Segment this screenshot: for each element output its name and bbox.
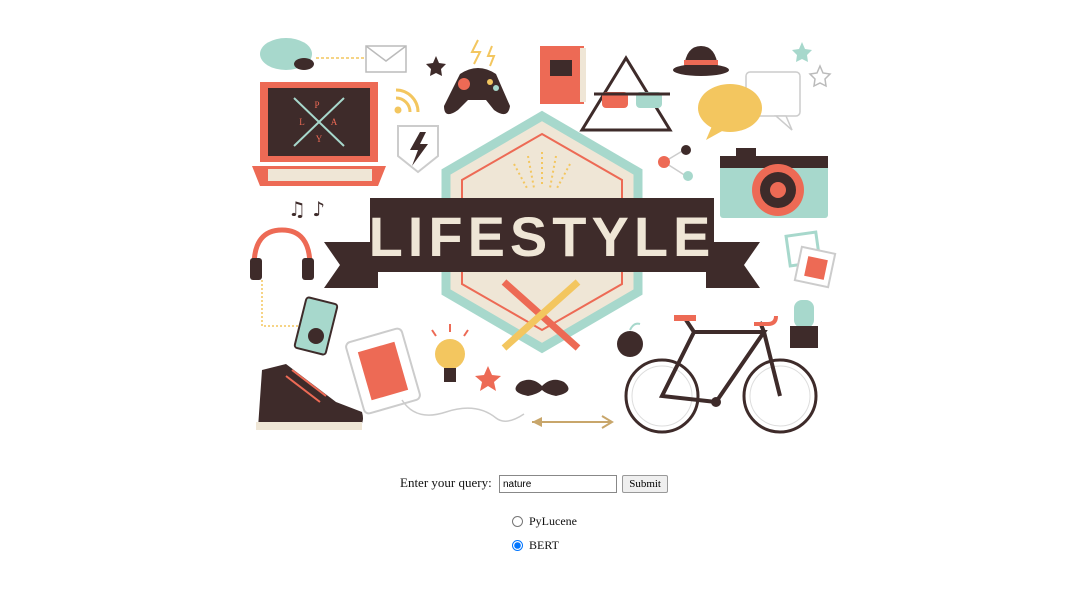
mustache-icon xyxy=(515,379,569,396)
hat-icon xyxy=(673,46,729,76)
pylucene-radio[interactable] xyxy=(512,516,523,527)
laptop-letter: A xyxy=(331,117,338,127)
envelope-icon xyxy=(365,45,407,73)
laptop-letter: Y xyxy=(316,134,323,144)
star-icon xyxy=(808,64,832,88)
banner-title: LIFESTYLE xyxy=(369,205,716,268)
book-icon xyxy=(540,46,586,104)
laptop-letter: P xyxy=(314,100,319,110)
light-bulb-icon xyxy=(431,324,469,382)
laptop-letter: L xyxy=(299,117,305,127)
molecule-icon xyxy=(658,145,693,181)
cactus-icon xyxy=(790,300,818,348)
bert-radio[interactable] xyxy=(512,540,523,551)
lifestyle-banner-image: P L A Y LIFESTYLE ♫ ♪ xyxy=(250,38,837,434)
apple-icon xyxy=(617,322,643,357)
star-icon xyxy=(426,56,446,76)
submit-button[interactable]: Submit xyxy=(622,475,668,494)
search-form: Enter your query: Submit xyxy=(0,474,1068,494)
star-icon xyxy=(792,42,812,62)
engine-option-bert: BERT xyxy=(512,538,559,553)
photos-icon xyxy=(784,230,837,289)
engine-option-pylucene: PyLucene xyxy=(512,514,577,529)
pylucene-label: PyLucene xyxy=(529,514,577,528)
query-input[interactable] xyxy=(498,475,617,494)
music-player-icon xyxy=(293,296,339,356)
bicycle-icon xyxy=(624,315,818,434)
speech-bubble-icon xyxy=(698,71,801,140)
music-notes-icon: ♫ ♪ xyxy=(288,197,325,221)
wifi-icon xyxy=(394,88,420,114)
tablet-icon xyxy=(345,327,525,422)
sneaker-icon xyxy=(256,364,363,430)
glasses-icon xyxy=(579,55,673,132)
star-icon xyxy=(475,366,501,391)
query-label: Enter your query: xyxy=(400,475,492,490)
lightning-shield-icon xyxy=(397,125,439,174)
cloud-icon xyxy=(260,38,314,70)
camera-icon xyxy=(720,148,828,218)
arrow-icon xyxy=(532,415,614,429)
game-controller-icon xyxy=(444,39,510,115)
bert-label: BERT xyxy=(529,538,559,552)
laptop-icon: P L A Y xyxy=(252,82,386,186)
